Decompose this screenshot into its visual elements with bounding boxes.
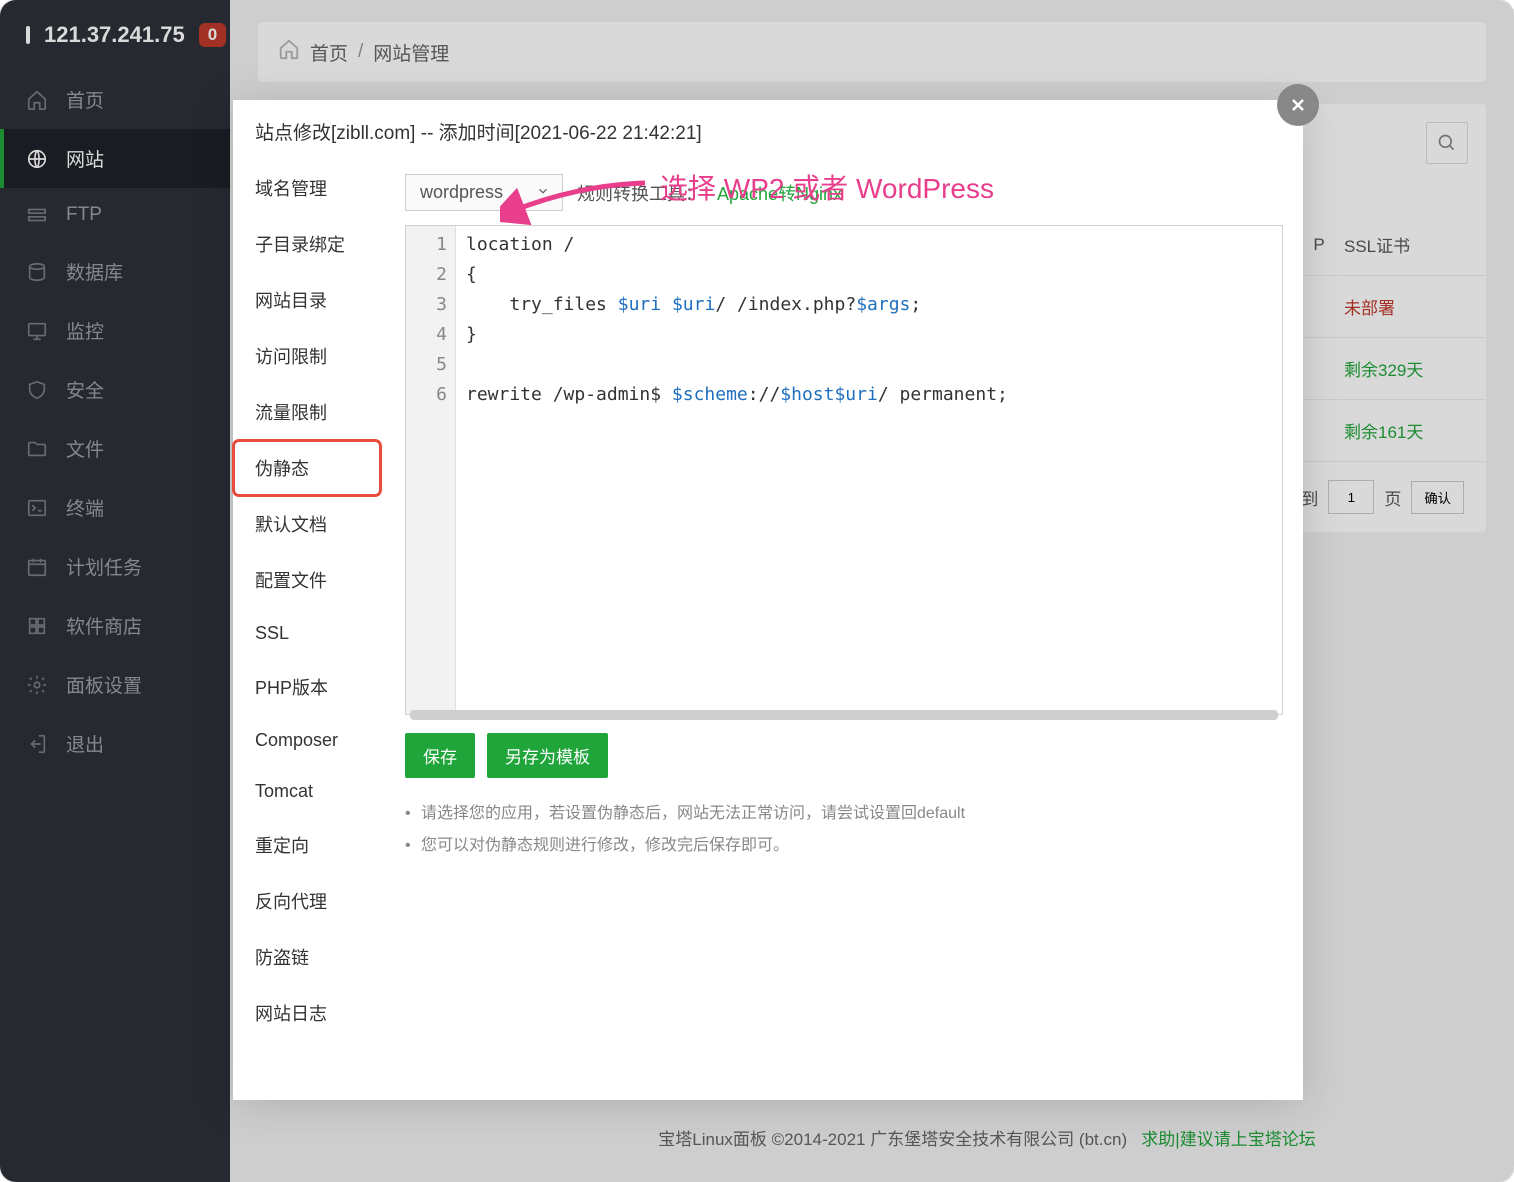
sidebar-item-gear[interactable]: 面板设置 bbox=[0, 655, 230, 714]
code-editor[interactable]: 1 2 3 4 5 6 location / { try_files $uri … bbox=[405, 225, 1283, 715]
modal-content: wordpress 规则转换工具： Apache转Nginx 1 2 3 4 5… bbox=[381, 156, 1303, 1100]
folder-icon bbox=[26, 438, 48, 460]
footer-link[interactable]: 求助|建议请上宝塔论坛 bbox=[1141, 1130, 1315, 1149]
tab-item[interactable]: 域名管理 bbox=[233, 160, 381, 216]
ssl-cell: 剩余329天 bbox=[1344, 356, 1464, 381]
tab-item[interactable]: 访问限制 bbox=[233, 328, 381, 384]
monitor-icon bbox=[26, 26, 30, 44]
tab-item[interactable]: 防盗链 bbox=[233, 929, 381, 985]
pager-page-label: 页 bbox=[1384, 485, 1401, 510]
sidebar-item-label: 文件 bbox=[66, 435, 104, 462]
sidebar-item-folder[interactable]: 文件 bbox=[0, 419, 230, 478]
shield-icon bbox=[26, 379, 48, 401]
site-edit-modal: 站点修改[zibll.com] -- 添加时间[2021-06-22 21:42… bbox=[233, 100, 1303, 1100]
sidebar-item-home[interactable]: 首页 bbox=[0, 70, 230, 129]
hint-item: 请选择您的应用，若设置伪静态后，网站无法正常访问，请尝试设置回default bbox=[405, 798, 1283, 830]
sidebar-item-logout[interactable]: 退出 bbox=[0, 714, 230, 773]
tab-item[interactable]: 流量限制 bbox=[233, 384, 381, 440]
modal-title: 站点修改[zibll.com] -- 添加时间[2021-06-22 21:42… bbox=[233, 100, 1303, 163]
tab-item[interactable]: 伪静态 bbox=[233, 440, 381, 496]
crumb-home[interactable]: 首页 bbox=[310, 39, 348, 66]
hints: 请选择您的应用，若设置伪静态后，网站无法正常访问，请尝试设置回default您可… bbox=[405, 798, 1283, 862]
sidebar-item-globe[interactable]: 网站 bbox=[0, 129, 230, 188]
pager-input[interactable] bbox=[1328, 480, 1374, 514]
sidebar-item-label: 终端 bbox=[66, 494, 104, 521]
tab-item[interactable]: 网站目录 bbox=[233, 272, 381, 328]
sidebar-item-label: 计划任务 bbox=[66, 553, 142, 580]
sidebar-item-label: 首页 bbox=[66, 86, 104, 113]
footer-text: 宝塔Linux面板 ©2014-2021 广东堡塔安全技术有限公司 (bt.cn… bbox=[658, 1130, 1127, 1149]
home-icon bbox=[278, 38, 300, 66]
modal-tabs: 域名管理子目录绑定网站目录访问限制流量限制伪静态默认文档配置文件SSLPHP版本… bbox=[233, 156, 381, 1100]
sidebar: 121.37.241.75 0 首页网站 FTP 数据库监控安全文件终端计划任务软件… bbox=[0, 0, 230, 1182]
notification-badge[interactable]: 0 bbox=[199, 23, 226, 47]
calendar-icon bbox=[26, 556, 48, 578]
close-icon[interactable] bbox=[1277, 84, 1319, 126]
tab-item[interactable]: 配置文件 bbox=[233, 552, 381, 608]
sidebar-item-label: 网站 bbox=[66, 145, 104, 172]
globe-icon bbox=[26, 148, 48, 170]
sidebar-item-apps[interactable]: 软件商店 bbox=[0, 596, 230, 655]
gear-icon bbox=[26, 674, 48, 696]
pager-confirm-button[interactable]: 确认 bbox=[1411, 481, 1464, 514]
editor-scrollbar[interactable] bbox=[410, 710, 1278, 720]
code-text[interactable]: location / { try_files $uri $uri/ /index… bbox=[406, 226, 1282, 410]
save-button[interactable]: 保存 bbox=[405, 733, 475, 778]
tab-item[interactable]: 默认文档 bbox=[233, 496, 381, 552]
sidebar-header: 121.37.241.75 0 bbox=[0, 0, 230, 70]
breadcrumb: 首页 / 网站管理 bbox=[258, 22, 1486, 82]
sidebar-item-label: FTP bbox=[66, 204, 102, 226]
crumb-page: 网站管理 bbox=[373, 39, 449, 66]
save-as-template-button[interactable]: 另存为模板 bbox=[487, 733, 608, 778]
logout-icon bbox=[26, 733, 48, 755]
tab-item[interactable]: 子目录绑定 bbox=[233, 216, 381, 272]
sidebar-item-terminal[interactable]: 终端 bbox=[0, 478, 230, 537]
sidebar-item-label: 软件商店 bbox=[66, 612, 142, 639]
sidebar-item-monitor[interactable]: 监控 bbox=[0, 301, 230, 360]
tab-item[interactable]: Tomcat bbox=[233, 766, 381, 817]
search-button[interactable] bbox=[1426, 122, 1468, 164]
annotation-text: 选择 WP2 或者 WordPress bbox=[660, 167, 994, 207]
tab-item[interactable]: PHP版本 bbox=[233, 659, 381, 715]
server-ip: 121.37.241.75 bbox=[44, 22, 185, 48]
sidebar-item-ftp[interactable]: FTP bbox=[0, 188, 230, 242]
tab-item[interactable]: 反向代理 bbox=[233, 873, 381, 929]
terminal-icon bbox=[26, 497, 48, 519]
crumb-separator: / bbox=[358, 41, 363, 63]
sidebar-item-label: 退出 bbox=[66, 730, 104, 757]
sidebar-item-database[interactable]: 数据库 bbox=[0, 242, 230, 301]
sidebar-item-label: 面板设置 bbox=[66, 671, 142, 698]
sidebar-item-label: 数据库 bbox=[66, 258, 123, 285]
sidebar-item-label: 安全 bbox=[66, 376, 104, 403]
home-icon bbox=[26, 89, 48, 111]
tab-item[interactable]: 网站日志 bbox=[233, 985, 381, 1041]
ssl-cell: 剩余161天 bbox=[1344, 418, 1464, 443]
apps-icon bbox=[26, 615, 48, 637]
sidebar-item-calendar[interactable]: 计划任务 bbox=[0, 537, 230, 596]
database-icon bbox=[26, 261, 48, 283]
footer: 宝塔Linux面板 ©2014-2021 广东堡塔安全技术有限公司 (bt.cn… bbox=[460, 1125, 1514, 1150]
tab-item[interactable]: SSL bbox=[233, 608, 381, 659]
hint-item: 您可以对伪静态规则进行修改，修改完后保存即可。 bbox=[405, 830, 1283, 862]
ftp-icon bbox=[26, 204, 48, 226]
annotation-arrow-icon bbox=[500, 175, 650, 230]
tab-item[interactable]: Composer bbox=[233, 715, 381, 766]
ssl-cell: 未部署 bbox=[1344, 294, 1464, 319]
sidebar-item-label: 监控 bbox=[66, 317, 104, 344]
monitor-icon bbox=[26, 320, 48, 342]
col-ssl: SSL证书 bbox=[1344, 232, 1464, 257]
line-numbers: 1 2 3 4 5 6 bbox=[406, 226, 455, 410]
sidebar-item-shield[interactable]: 安全 bbox=[0, 360, 230, 419]
tab-item[interactable]: 重定向 bbox=[233, 817, 381, 873]
select-value: wordpress bbox=[420, 182, 503, 203]
